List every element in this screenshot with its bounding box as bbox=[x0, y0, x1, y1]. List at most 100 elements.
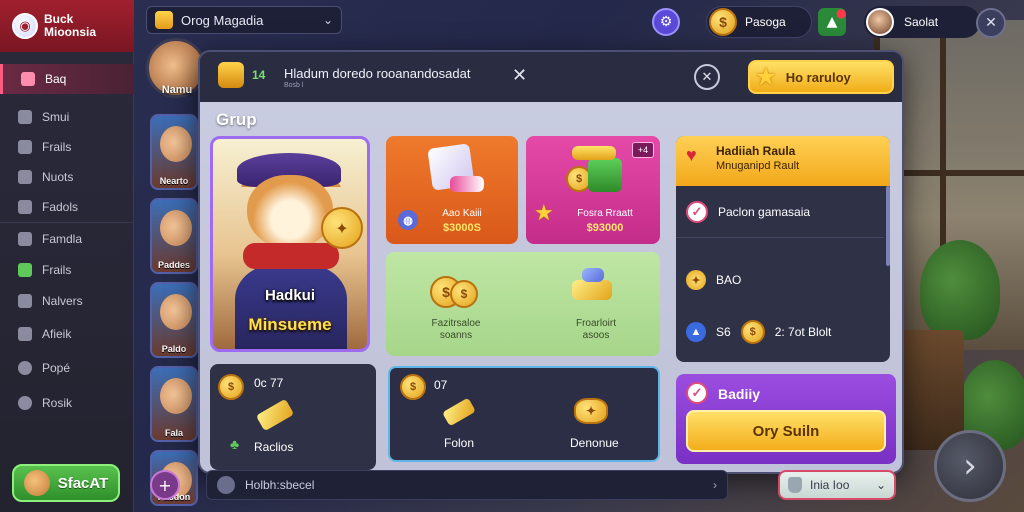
character-thumb[interactable]: Paddes bbox=[150, 198, 198, 274]
character-label: Nearto bbox=[159, 176, 189, 186]
character-thumb[interactable]: Paldo bbox=[150, 282, 198, 358]
character-thumb[interactable]: Fala bbox=[150, 366, 198, 442]
chevron-down-icon: ⌄ bbox=[875, 478, 886, 492]
buy-panel-title: Badiiy bbox=[718, 386, 761, 402]
group-title: Grup bbox=[216, 110, 257, 129]
next-arrow-button[interactable]: › bbox=[934, 430, 1006, 502]
modal-title: Hladum doredo rooanandosadat bbox=[284, 66, 471, 81]
drop-icon: ▲ bbox=[686, 322, 706, 342]
close-icon[interactable]: ✕ bbox=[976, 8, 1006, 38]
tile-price: $3000S bbox=[443, 222, 481, 234]
trophy-icon bbox=[218, 62, 244, 88]
featured-subtitle: Minsueme bbox=[248, 315, 332, 334]
bundle-card[interactable]: $ 07 Folon ✦ Denonue bbox=[388, 366, 660, 462]
character-thumb[interactable]: Nearto bbox=[150, 114, 198, 190]
calendar-icon bbox=[18, 327, 32, 341]
gold-bar-icon bbox=[255, 398, 295, 432]
app-logo[interactable]: ◉ Buck Mioonsia bbox=[0, 0, 134, 52]
coin-icon: $ bbox=[709, 8, 737, 36]
cash-stack-icon bbox=[588, 158, 622, 192]
sidebar-item-3[interactable]: Nuots bbox=[0, 162, 134, 192]
sidebar-item-7[interactable]: Nalvers bbox=[0, 286, 134, 316]
chat-icon bbox=[217, 476, 235, 494]
app-logo-text: Buck Mioonsia bbox=[44, 12, 97, 39]
location-icon bbox=[18, 361, 32, 375]
scrollbar[interactable] bbox=[886, 186, 890, 266]
star-icon: ★ bbox=[534, 200, 554, 225]
game-selector-dropdown[interactable]: Orog Magadia ⌄ bbox=[146, 6, 342, 34]
close-circle-icon[interactable]: ✕ bbox=[694, 64, 720, 90]
close-x-icon[interactable]: ✕ bbox=[512, 65, 527, 86]
shop-tile-2[interactable]: +4 $ ★ Fosra Rraatt $93000 bbox=[526, 136, 660, 244]
start-button[interactable]: SfacAT bbox=[12, 464, 120, 502]
gold-action-label: Ho raruloy bbox=[785, 69, 851, 85]
gold-bars-icon bbox=[572, 280, 612, 300]
avatar-icon bbox=[23, 470, 50, 496]
coin-balance[interactable]: $ Pasoga bbox=[706, 6, 812, 38]
sidebar-item-label: Fadols bbox=[42, 200, 79, 214]
user-profile[interactable]: Saolat bbox=[864, 6, 980, 38]
sidebar-item-5[interactable]: Famdla bbox=[0, 224, 134, 254]
gold-bar-icon bbox=[442, 397, 476, 427]
reward-row-text: BAO bbox=[716, 273, 742, 287]
clover-icon: ♣ bbox=[230, 436, 240, 452]
chart-icon bbox=[18, 263, 32, 277]
bundle-count: 07 bbox=[434, 378, 448, 392]
sidebar-item-1[interactable]: Smui bbox=[0, 102, 134, 132]
tile-label: Fazitrsaloe soanns bbox=[431, 318, 481, 341]
coin-icon: $ bbox=[450, 280, 478, 308]
character-label: Paddes bbox=[157, 260, 190, 270]
plus-icon[interactable]: + bbox=[150, 470, 180, 500]
info-pill-button[interactable]: Inia Ioo ⌄ bbox=[778, 470, 896, 500]
bundle-item-label: Folon bbox=[444, 436, 475, 450]
featured-name: Hadkui bbox=[264, 287, 315, 304]
shop-tile-3[interactable]: $ $ Fazitrsaloe soanns Froarloirt asoos bbox=[386, 252, 660, 356]
reward-row[interactable]: ▲ S6 $ 2: 7ot Blolt bbox=[676, 306, 884, 358]
background-plant bbox=[920, 240, 1000, 340]
start-button-label: SfacAT bbox=[57, 474, 109, 492]
rewards-title: Hadiiah Raula bbox=[716, 144, 796, 158]
tile-label: Froarloirt asoos bbox=[575, 318, 616, 341]
coins-card-label: Raclios bbox=[254, 440, 294, 454]
reward-row[interactable]: ✦ BAO bbox=[676, 254, 884, 306]
sidebar-item-6[interactable]: Frails bbox=[0, 255, 134, 285]
sidebar-item-8[interactable]: Afieik bbox=[0, 319, 134, 349]
coins-reward-card[interactable]: $ 0c 77 ♣ Raclios bbox=[210, 364, 376, 470]
player-avatar-label: Namu bbox=[161, 84, 193, 96]
sidebar-item-10[interactable]: Rosik bbox=[0, 388, 134, 418]
username: Saolat bbox=[904, 15, 939, 29]
ticket-icon bbox=[450, 176, 484, 192]
shop-tile-1[interactable]: ◍ Aao Kaiii $3000S bbox=[386, 136, 518, 244]
reward-row-text: S6 bbox=[716, 325, 731, 339]
sidebar-item-label: Afieik bbox=[42, 327, 72, 341]
modal-body: Grup ✦ Hadkui Minsueme ◍ Aao Kaiii $3000… bbox=[200, 102, 902, 472]
rewards-panel: ♥ Hadiiah Raula Mnuganipd Rault ✓ Paclon… bbox=[676, 136, 890, 362]
sidebar-item-4[interactable]: Fadols bbox=[0, 192, 134, 222]
sidebar-item-home[interactable]: Baq bbox=[0, 64, 134, 94]
check-icon: ✓ bbox=[686, 382, 708, 404]
character-label: Paldo bbox=[161, 344, 187, 354]
crown-icon bbox=[155, 11, 173, 29]
settings-icon[interactable]: ⚙ bbox=[652, 8, 680, 36]
sidebar-item-2[interactable]: Frails bbox=[0, 132, 134, 162]
character-body bbox=[235, 263, 347, 349]
info-icon bbox=[18, 396, 32, 410]
coin-icon: $ bbox=[400, 374, 426, 400]
featured-character-card[interactable]: ✦ Hadkui Minsueme bbox=[210, 136, 370, 352]
logo-icon: ◉ bbox=[12, 13, 38, 39]
tile-label: Fosra Rraatt bbox=[577, 208, 633, 219]
reward-row[interactable]: ✓ Paclon gamasaia bbox=[676, 186, 884, 238]
shop-modal: 14 Hladum doredo rooanandosadat Bosb l ✕… bbox=[198, 50, 904, 474]
sidebar-item-label: Nalvers bbox=[42, 294, 83, 308]
sidebar-item-label: Frails bbox=[42, 263, 72, 277]
flask-icon bbox=[788, 477, 802, 493]
folder-icon bbox=[18, 200, 32, 214]
character-face bbox=[160, 126, 192, 162]
sidebar-item-label: Famdla bbox=[42, 232, 83, 246]
rewards-header: ♥ Hadiiah Raula Mnuganipd Rault bbox=[676, 136, 890, 186]
sidebar-item-9[interactable]: Popé bbox=[0, 353, 134, 383]
buy-button[interactable]: Ory Suiln bbox=[686, 410, 886, 452]
gold-action-button[interactable]: ★ Ho raruloy bbox=[748, 60, 894, 94]
coin-count: 0c 77 bbox=[254, 376, 284, 390]
chat-input[interactable]: Holbh:sbecel › bbox=[206, 470, 728, 500]
